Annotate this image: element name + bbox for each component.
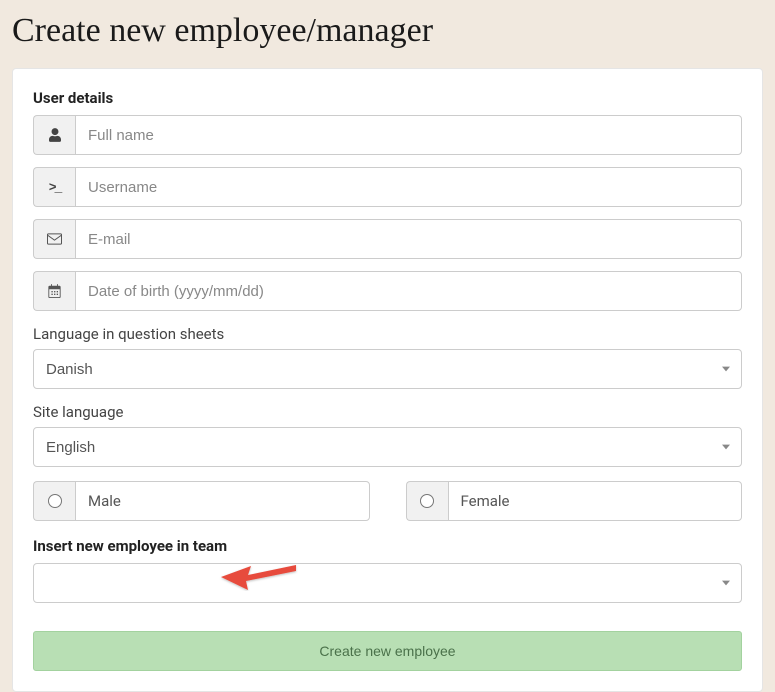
full-name-input[interactable] (75, 115, 742, 155)
team-select-wrap (33, 563, 742, 603)
language-sheets-label: Language in question sheets (33, 325, 742, 343)
envelope-icon (33, 219, 75, 259)
user-icon (33, 115, 75, 155)
terminal-icon: >_ (33, 167, 75, 207)
form-card: User details >_ Language in question she… (12, 68, 763, 692)
site-language-select[interactable]: English (33, 427, 742, 467)
page-title: Create new employee/manager (0, 0, 775, 68)
language-sheets-select-wrap: Danish (33, 349, 742, 389)
calendar-icon (33, 271, 75, 311)
username-group: >_ (33, 167, 742, 207)
email-group (33, 219, 742, 259)
female-label: Female (448, 481, 743, 521)
gender-row: Male Female (33, 481, 742, 521)
male-radio-group: Male (33, 481, 370, 521)
user-details-heading: User details (33, 89, 742, 107)
username-input[interactable] (75, 167, 742, 207)
dob-input[interactable] (75, 271, 742, 311)
female-radio[interactable] (420, 494, 434, 508)
male-label: Male (75, 481, 370, 521)
insert-team-heading: Insert new employee in team (33, 537, 742, 555)
male-radio-addon (33, 481, 75, 521)
create-employee-button[interactable]: Create new employee (33, 631, 742, 671)
female-radio-addon (406, 481, 448, 521)
male-radio[interactable] (48, 494, 62, 508)
email-input[interactable] (75, 219, 742, 259)
site-language-select-wrap: English (33, 427, 742, 467)
language-sheets-select[interactable]: Danish (33, 349, 742, 389)
full-name-group (33, 115, 742, 155)
female-radio-group: Female (406, 481, 743, 521)
dob-group (33, 271, 742, 311)
site-language-label: Site language (33, 403, 742, 421)
team-select[interactable] (33, 563, 742, 603)
